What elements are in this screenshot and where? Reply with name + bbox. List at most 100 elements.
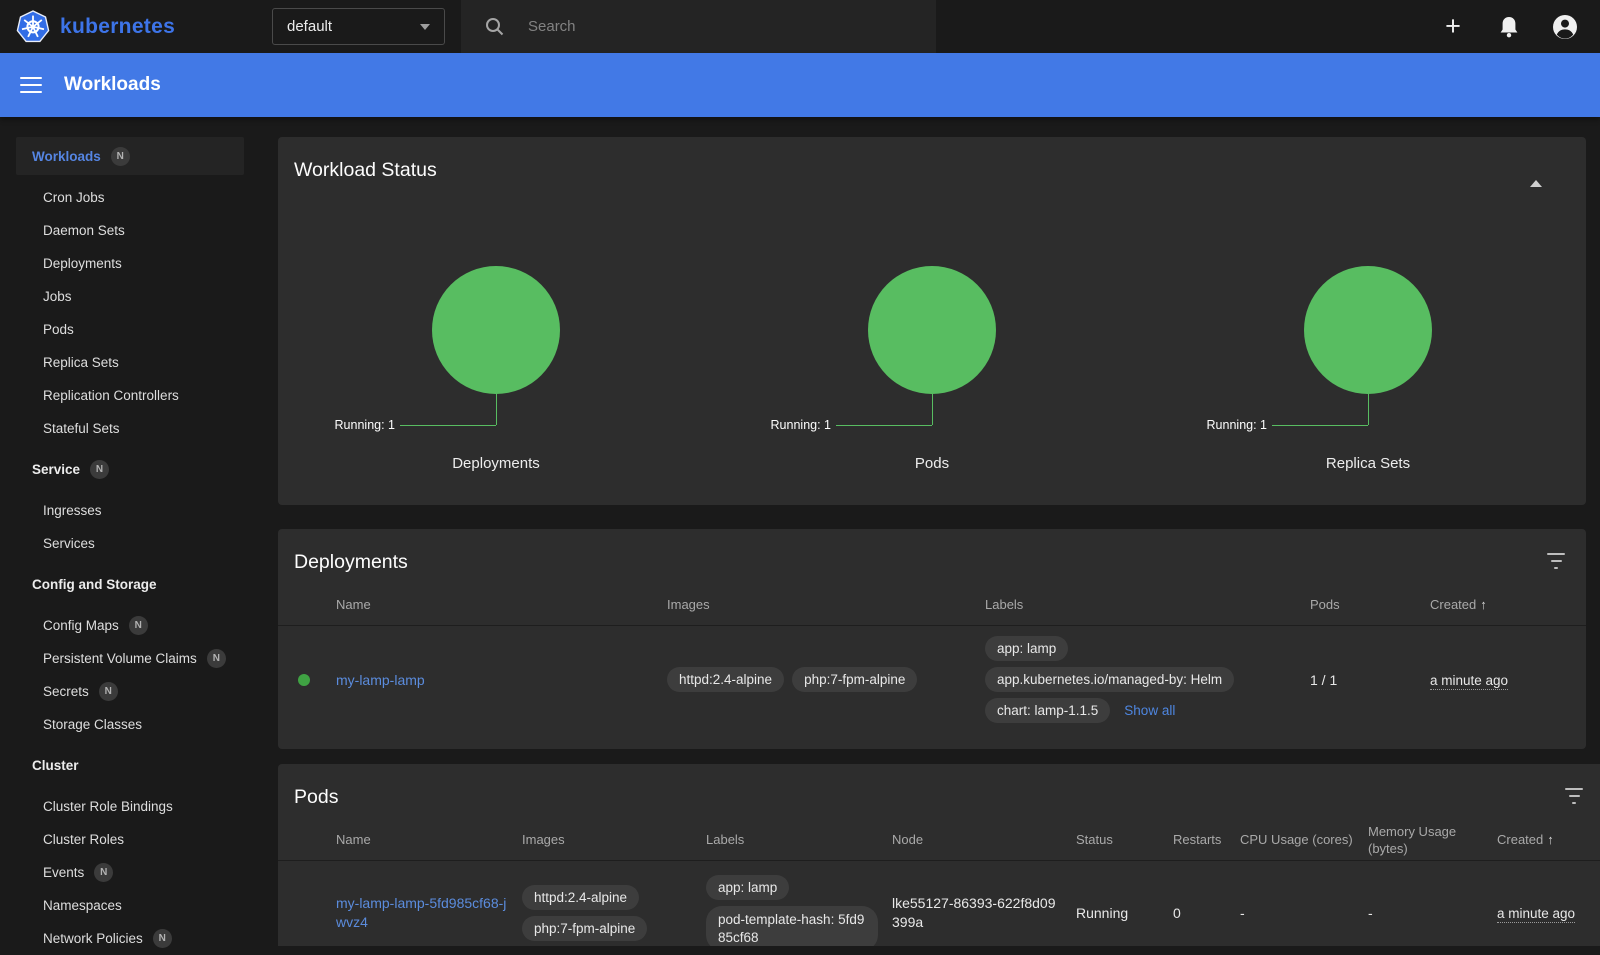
search-input[interactable] xyxy=(526,17,866,36)
column-header-node: Node xyxy=(892,832,1076,848)
namespaced-badge: N xyxy=(153,929,172,948)
node-name: lke55127-86393-622f8d09399a xyxy=(892,894,1076,932)
menu-button[interactable] xyxy=(20,77,42,93)
column-header-labels: Labels xyxy=(985,597,1310,613)
sidebar-item-pods[interactable]: Pods xyxy=(0,313,262,346)
sidebar-item-persistent-volume-claims[interactable]: Persistent Volume Claims N xyxy=(0,642,262,675)
sidebar-item-replication-controllers[interactable]: Replication Controllers xyxy=(0,379,262,412)
sort-ascending-icon: ↑ xyxy=(1480,597,1487,612)
account-button[interactable] xyxy=(1552,14,1578,40)
sidebar-item-cluster-role-bindings[interactable]: Cluster Role Bindings xyxy=(0,790,262,823)
column-header-cpu-usage: CPU Usage (cores) xyxy=(1240,832,1368,848)
column-header-name[interactable]: Name xyxy=(336,597,667,613)
chevron-down-icon xyxy=(420,24,430,30)
namespaced-badge: N xyxy=(207,649,226,668)
namespace-selector[interactable]: default xyxy=(272,8,445,45)
table-row: my-lamp-lamp httpd:2.4-alpine php:7-fpm-… xyxy=(278,626,1586,735)
pie-legend-label: Running: 1 xyxy=(771,418,831,432)
pie-legend-label: Running: 1 xyxy=(335,418,395,432)
sidebar-nav: Workloads N Cron Jobs Daemon Sets Deploy… xyxy=(0,117,262,946)
notifications-button[interactable] xyxy=(1496,14,1522,40)
pods-table-header: Name Images Labels Node Status Restarts … xyxy=(278,821,1600,861)
workload-status-card: Workload Status Running: 1 Deployments R… xyxy=(278,137,1586,505)
sidebar-item-events[interactable]: Events N xyxy=(0,856,262,889)
pie-slice-running[interactable] xyxy=(432,266,560,394)
pod-status: Running xyxy=(1076,905,1173,921)
sidebar-item-services[interactable]: Services xyxy=(0,527,262,560)
namespaced-badge: N xyxy=(99,682,118,701)
cpu-usage: - xyxy=(1240,905,1368,921)
created-timestamp: a minute ago xyxy=(1430,673,1508,690)
filter-icon[interactable] xyxy=(1564,788,1584,804)
pods-card: Pods Name Images Labels Node Status Rest… xyxy=(278,764,1600,946)
pie-legend-label: Running: 1 xyxy=(1207,418,1267,432)
account-circle-icon xyxy=(1552,14,1578,40)
pie-leader-line xyxy=(836,425,932,426)
column-header-created[interactable]: Created↑ xyxy=(1497,832,1600,848)
sort-ascending-icon: ↑ xyxy=(1547,832,1554,847)
deployments-title: Deployments xyxy=(278,529,1586,574)
sidebar-item-daemon-sets[interactable]: Daemon Sets xyxy=(0,214,262,247)
main-content: Workload Status Running: 1 Deployments R… xyxy=(262,117,1600,946)
pods-count: 1 / 1 xyxy=(1310,672,1430,688)
pie-leader-line xyxy=(1272,425,1368,426)
namespaced-badge: N xyxy=(111,147,130,166)
plus-icon: + xyxy=(1445,13,1461,39)
sidebar-item-config-and-storage[interactable]: Config and Storage xyxy=(0,568,262,601)
restarts-count: 0 xyxy=(1173,905,1240,921)
column-header-status: Status xyxy=(1076,832,1173,848)
column-header-labels: Labels xyxy=(706,832,892,848)
column-header-name[interactable]: Name xyxy=(336,832,522,848)
image-chip: httpd:2.4-alpine xyxy=(522,885,639,910)
column-header-memory-usage: Memory Usage (bytes) xyxy=(1368,824,1497,857)
sidebar-item-namespaces[interactable]: Namespaces xyxy=(0,889,262,922)
sidebar-item-stateful-sets[interactable]: Stateful Sets xyxy=(0,412,262,445)
pie-chart-pods: Running: 1 Pods xyxy=(714,137,1150,477)
column-header-created[interactable]: Created↑ xyxy=(1430,597,1570,613)
sidebar-item-workloads[interactable]: Workloads N xyxy=(16,137,244,175)
sidebar-item-storage-classes[interactable]: Storage Classes xyxy=(0,708,262,741)
deployment-name-link[interactable]: my-lamp-lamp xyxy=(336,672,425,688)
pie-chart-deployments: Running: 1 Deployments xyxy=(278,137,714,477)
label-chip: app: lamp xyxy=(706,875,789,900)
sidebar-item-service[interactable]: Service N xyxy=(0,453,262,486)
memory-usage: - xyxy=(1368,905,1497,921)
namespaced-badge: N xyxy=(90,460,109,479)
created-timestamp: a minute ago xyxy=(1497,906,1575,923)
namespace-value: default xyxy=(287,18,332,35)
sidebar-item-deployments[interactable]: Deployments xyxy=(0,247,262,280)
pie-slice-running[interactable] xyxy=(1304,266,1432,394)
sidebar-item-cluster[interactable]: Cluster xyxy=(0,749,262,782)
sidebar-item-cron-jobs[interactable]: Cron Jobs xyxy=(0,181,262,214)
page-title: Workloads xyxy=(64,74,161,96)
bell-icon xyxy=(1498,15,1520,39)
column-header-restarts: Restarts xyxy=(1173,832,1240,848)
create-resource-button[interactable]: + xyxy=(1440,14,1466,40)
pie-slice-running[interactable] xyxy=(868,266,996,394)
pod-name-link[interactable]: my-lamp-lamp-5fd985cf68-jwvz4 xyxy=(336,895,506,930)
pie-leader-line xyxy=(400,425,496,426)
app-bar: Workloads xyxy=(0,53,1600,117)
sidebar-item-secrets[interactable]: Secrets N xyxy=(0,675,262,708)
filter-icon[interactable] xyxy=(1546,553,1566,569)
search-bar[interactable] xyxy=(461,0,936,53)
pie-chart-title: Deployments xyxy=(278,455,714,472)
namespaced-badge: N xyxy=(129,616,148,635)
namespaced-badge: N xyxy=(94,863,113,882)
table-row: my-lamp-lamp-5fd985cf68-jwvz4 httpd:2.4-… xyxy=(278,861,1600,946)
brand[interactable]: kubernetes xyxy=(0,10,256,44)
column-header-images: Images xyxy=(667,597,985,613)
sidebar-item-ingresses[interactable]: Ingresses xyxy=(0,494,262,527)
image-chip: php:7-fpm-alpine xyxy=(792,667,917,692)
image-chip: httpd:2.4-alpine xyxy=(667,667,784,692)
pie-chart-replica-sets: Running: 1 Replica Sets xyxy=(1150,137,1586,477)
kubernetes-logo-icon xyxy=(16,10,50,44)
sidebar-item-cluster-roles[interactable]: Cluster Roles xyxy=(0,823,262,856)
sidebar-item-replica-sets[interactable]: Replica Sets xyxy=(0,346,262,379)
sidebar-item-config-maps[interactable]: Config Maps N xyxy=(0,609,262,642)
sidebar-item-network-policies[interactable]: Network Policies N xyxy=(0,922,262,955)
workload-status-charts: Running: 1 Deployments Running: 1 Pods R… xyxy=(278,137,1586,477)
show-all-link[interactable]: Show all xyxy=(1124,703,1175,718)
sidebar-item-jobs[interactable]: Jobs xyxy=(0,280,262,313)
deployments-table-header: Name Images Labels Pods Created↑ xyxy=(278,586,1586,626)
